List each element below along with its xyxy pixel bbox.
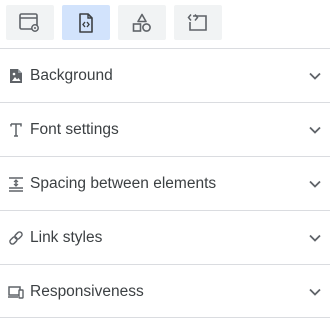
page-settings-button[interactable] — [6, 5, 54, 40]
shapes-button[interactable] — [118, 5, 166, 40]
panel-font-settings[interactable]: Font settings — [0, 102, 330, 156]
chevron-down-icon[interactable] — [308, 231, 322, 245]
panel-label-responsiveness: Responsiveness — [30, 283, 144, 300]
panel-label-spacing: Spacing between elements — [30, 175, 217, 192]
background-image-icon — [8, 68, 24, 84]
code-file-icon — [78, 12, 94, 33]
panel-label-font-settings: Font settings — [30, 121, 119, 138]
responsive-devices-icon — [8, 284, 24, 300]
panel-label-background: Background — [30, 67, 113, 84]
link-icon — [8, 230, 24, 246]
shapes-icon — [132, 13, 152, 33]
chevron-down-icon[interactable] — [308, 177, 322, 191]
text-font-icon — [8, 122, 24, 138]
panel-spacing[interactable]: Spacing between elements — [0, 156, 330, 210]
settings-panel-list: Background Font settings Spacing between… — [0, 48, 330, 318]
chevron-down-icon[interactable] — [308, 285, 322, 299]
chevron-down-icon[interactable] — [308, 123, 322, 137]
panel-background[interactable]: Background — [0, 48, 330, 102]
window-settings-icon — [19, 12, 41, 33]
code-box-icon — [187, 13, 209, 33]
panel-label-link-styles: Link styles — [30, 229, 103, 246]
code-box-button[interactable] — [174, 5, 222, 40]
toolbar — [0, 0, 330, 48]
panel-responsiveness[interactable]: Responsiveness — [0, 264, 330, 318]
spacing-icon — [8, 176, 24, 192]
chevron-down-icon[interactable] — [308, 69, 322, 83]
panel-link-styles[interactable]: Link styles — [0, 210, 330, 264]
code-file-button[interactable] — [62, 5, 110, 40]
